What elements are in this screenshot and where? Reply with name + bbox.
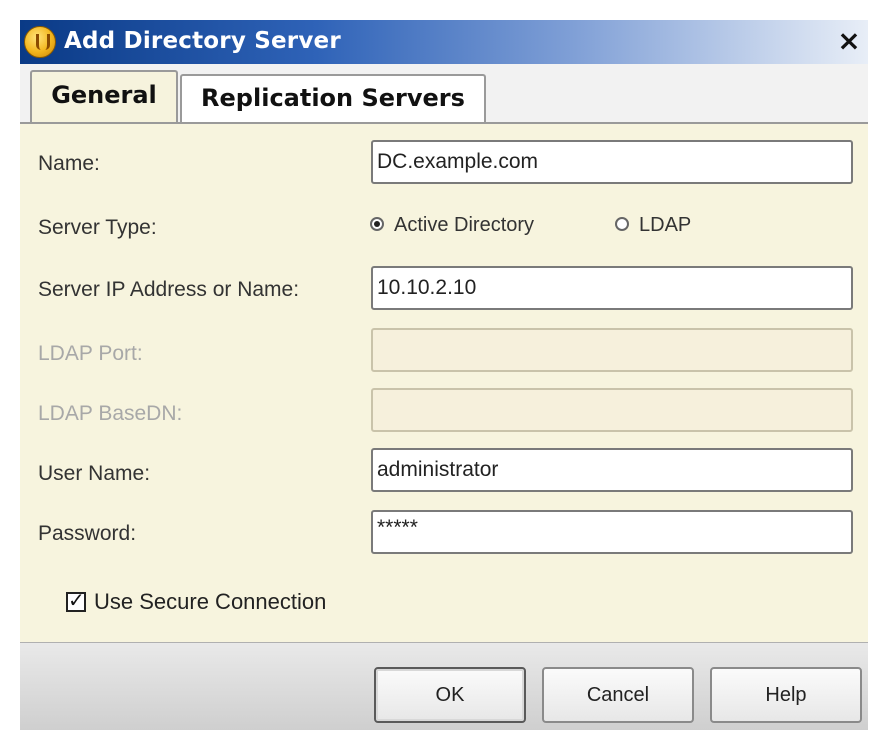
ldap-port-field: [371, 328, 853, 372]
radio-ldap[interactable]: LDAP: [615, 210, 691, 240]
password-field[interactable]: *****: [371, 510, 853, 554]
user-name-field[interactable]: administrator: [371, 448, 853, 492]
help-button[interactable]: Help: [710, 667, 862, 723]
secure-connection-checkbox[interactable]: ✓: [66, 591, 86, 612]
server-ip-label: Server IP Address or Name:: [38, 278, 300, 301]
add-directory-server-dialog: Add Directory Server × General Replicati…: [0, 0, 875, 740]
radio-ldap-label: LDAP: [639, 214, 692, 236]
ldap-basedn-field: [371, 388, 853, 432]
name-label: Name:: [38, 152, 100, 175]
user-name-label: User Name:: [38, 462, 151, 485]
radio-selected-icon: [370, 216, 384, 231]
app-shield-icon: [24, 26, 56, 58]
tab-strip: General Replication Servers: [20, 64, 868, 122]
password-label: Password:: [38, 522, 137, 545]
window-title: Add Directory Server: [64, 28, 341, 54]
button-bar: OK Cancel Help: [20, 642, 868, 730]
secure-connection-label: Use Secure Connection: [94, 589, 327, 614]
ldap-basedn-label: LDAP BaseDN:: [38, 402, 183, 425]
server-type-label: Server Type:: [38, 216, 157, 239]
title-bar[interactable]: Add Directory Server ×: [20, 20, 868, 64]
server-ip-field[interactable]: 10.10.2.10: [371, 266, 853, 310]
name-field[interactable]: DC.example.com: [371, 140, 853, 184]
ok-button[interactable]: OK: [374, 667, 526, 723]
ldap-port-label: LDAP Port:: [38, 342, 143, 365]
cancel-button[interactable]: Cancel: [542, 667, 694, 723]
radio-active-directory-label: Active Directory: [394, 214, 535, 236]
radio-unselected-icon: [615, 216, 629, 231]
radio-active-directory[interactable]: Active Directory: [370, 210, 534, 240]
tab-general[interactable]: General: [30, 70, 178, 122]
general-panel: Name: DC.example.com Server Type: Active…: [20, 122, 868, 642]
close-button[interactable]: ×: [832, 25, 866, 57]
tab-replication-servers[interactable]: Replication Servers: [180, 74, 486, 122]
